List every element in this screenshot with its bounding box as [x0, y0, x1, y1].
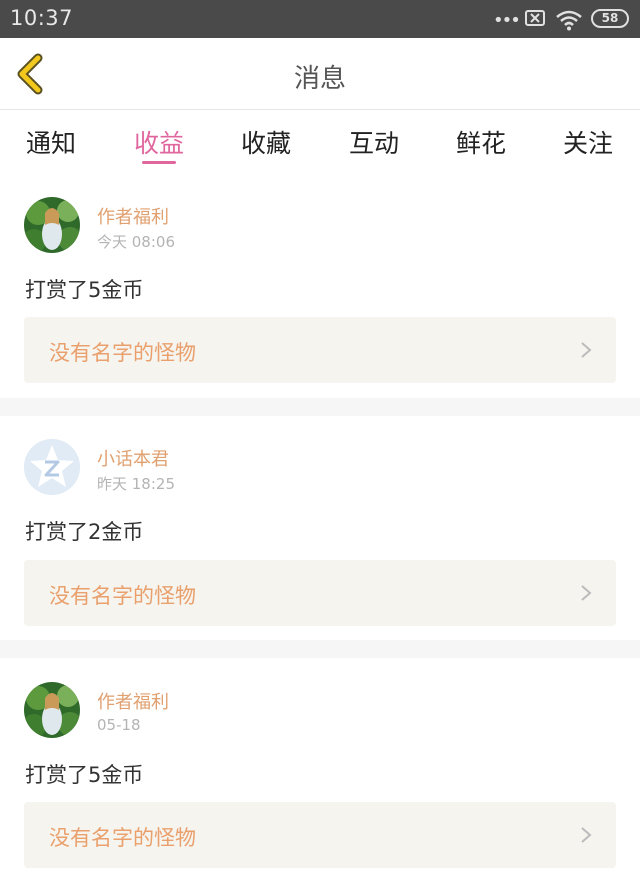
message-time: 昨天 18:25	[97, 475, 175, 493]
message-text: 打赏了2金币	[25, 520, 144, 544]
wifi-icon	[556, 10, 582, 31]
sender-name: 作者福利	[97, 692, 169, 713]
status-time: 10:37	[10, 6, 74, 30]
no-sim-icon	[525, 10, 545, 26]
section-divider	[0, 398, 640, 416]
tab-notifications[interactable]: 通知	[11, 124, 91, 160]
message-time: 今天 08:06	[97, 233, 175, 251]
photo-avatar[interactable]	[24, 682, 80, 738]
battery-icon: 58	[591, 9, 629, 28]
message-card: 小话本君 昨天 18:25 打赏了2金币 没有名字的怪物	[0, 416, 640, 642]
tab-flowers[interactable]: 鲜花	[441, 124, 521, 160]
tab-following[interactable]: 关注	[548, 124, 628, 160]
work-title: 没有名字的怪物	[49, 341, 196, 365]
chevron-right-icon	[581, 827, 592, 843]
sender-name: 小话本君	[97, 449, 169, 470]
more-dots-icon: •••	[493, 10, 521, 31]
section-divider	[0, 640, 640, 658]
work-link[interactable]: 没有名字的怪物	[24, 802, 616, 868]
photo-avatar[interactable]	[24, 197, 80, 253]
message-time: 05-18	[97, 716, 141, 734]
nav-bar: 消息	[0, 38, 640, 110]
work-link[interactable]: 没有名字的怪物	[24, 560, 616, 626]
tab-interactions[interactable]: 互动	[334, 124, 414, 160]
work-title: 没有名字的怪物	[49, 584, 196, 608]
tab-favorites[interactable]: 收藏	[226, 124, 306, 160]
message-text: 打赏了5金币	[25, 763, 144, 787]
page-title: 消息	[293, 64, 346, 94]
tab-earnings[interactable]: 收益	[119, 124, 199, 160]
message-text: 打赏了5金币	[25, 278, 144, 302]
work-title: 没有名字的怪物	[49, 826, 196, 850]
sender-name: 作者福利	[97, 207, 169, 228]
star-logo-avatar[interactable]	[24, 439, 80, 495]
status-bar: 10:37 ••• 58	[0, 0, 640, 38]
message-card: 作者福利 05-18 打赏了5金币 没有名字的怪物	[0, 658, 640, 878]
active-tab-indicator	[142, 161, 176, 164]
chevron-right-icon	[581, 342, 592, 358]
work-link[interactable]: 没有名字的怪物	[24, 317, 616, 383]
chevron-right-icon	[581, 585, 592, 601]
message-card: 作者福利 今天 08:06 打赏了5金币 没有名字的怪物	[0, 180, 640, 398]
tab-bar: 通知 收益 收藏 互动 鲜花 关注	[0, 110, 640, 174]
